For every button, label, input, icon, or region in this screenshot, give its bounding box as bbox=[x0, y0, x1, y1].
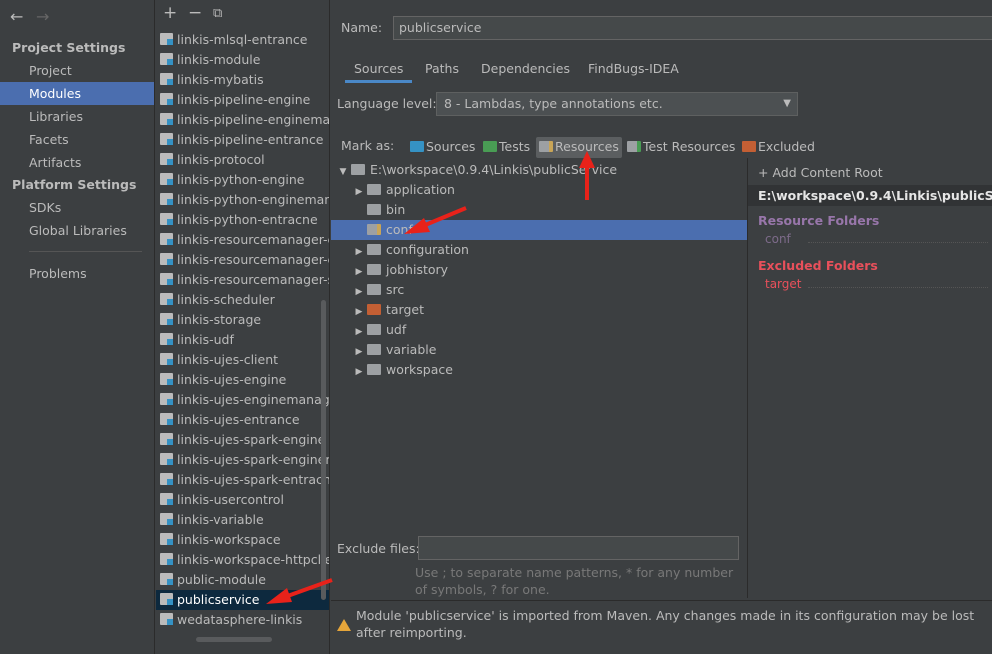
annotation-arrows bbox=[266, 151, 595, 604]
